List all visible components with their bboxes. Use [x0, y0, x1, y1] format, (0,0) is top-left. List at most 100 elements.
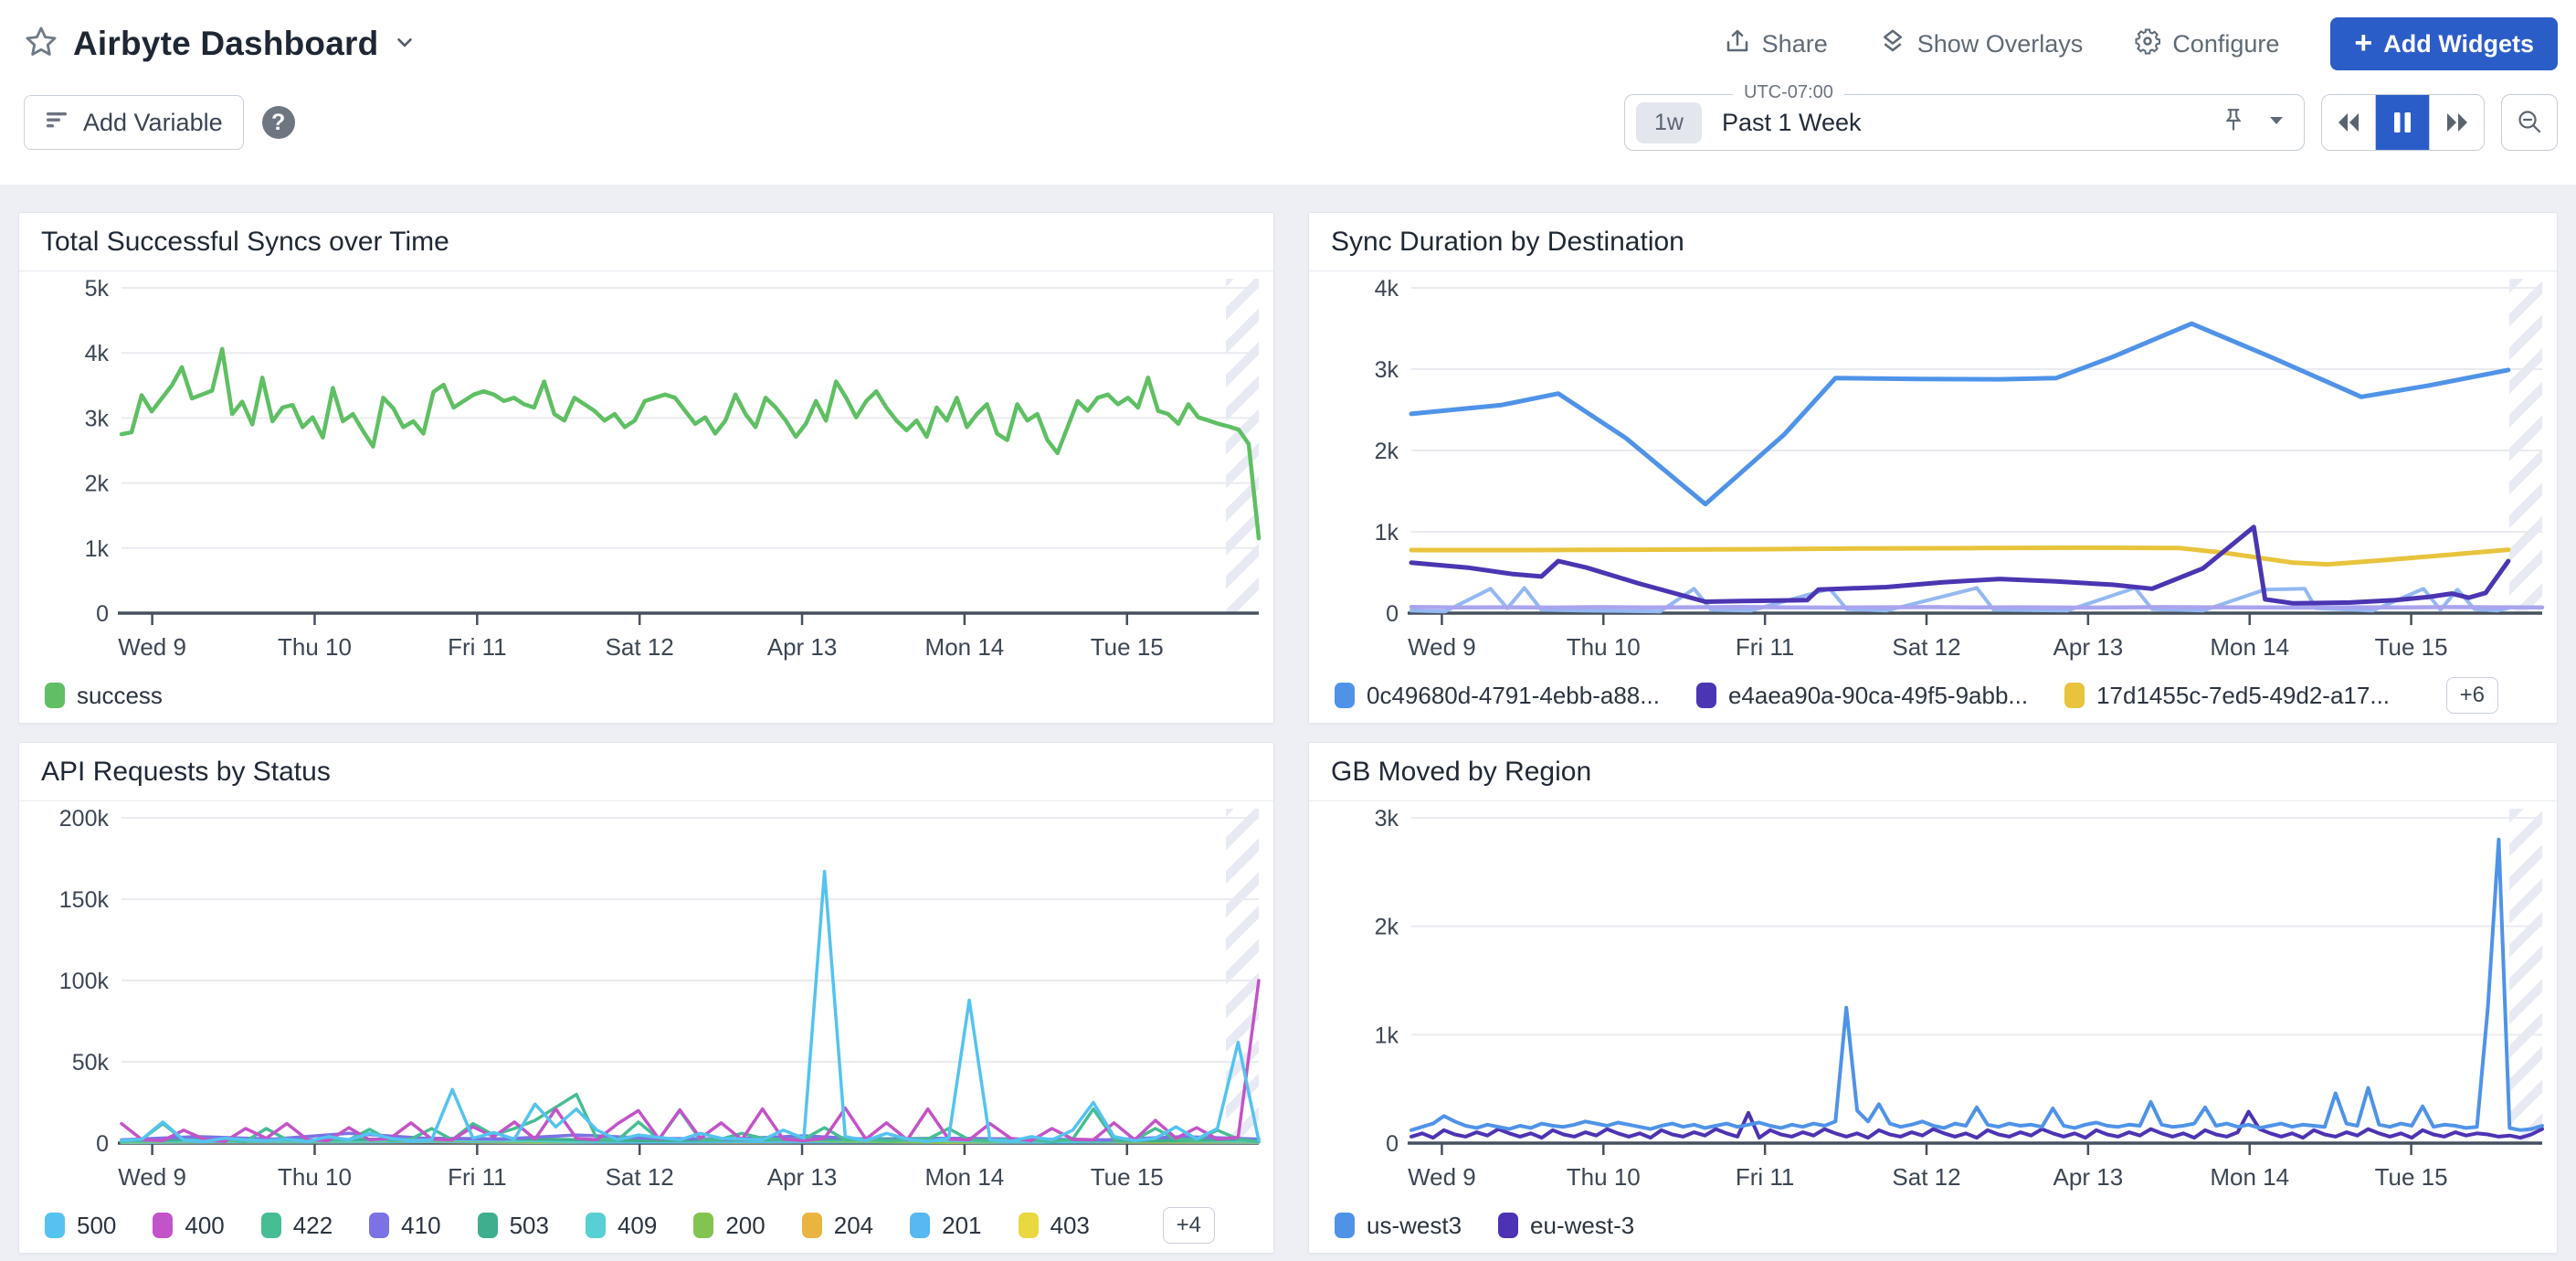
- widget-title: GB Moved by Region: [1331, 757, 1591, 788]
- svg-text:Thu 10: Thu 10: [278, 633, 352, 661]
- api-requests-legend: 500 400 422 410 503 409 200 204 201 403 +4: [19, 1207, 1273, 1253]
- variables-group: Add Variable ?: [24, 95, 295, 150]
- help-icon[interactable]: ?: [262, 106, 295, 139]
- legend-item[interactable]: eu-west-3: [1498, 1212, 1634, 1240]
- add-variable-button[interactable]: Add Variable: [24, 95, 244, 150]
- timezone-label: UTC-07:00: [1733, 82, 1844, 103]
- widget-header[interactable]: Sync Duration by Destination: [1309, 213, 2557, 271]
- legend-item[interactable]: 500: [45, 1212, 116, 1240]
- legend-label: us-west3: [1367, 1212, 1462, 1240]
- legend-item[interactable]: 201: [910, 1212, 981, 1240]
- legend-label: 17d1455c-7ed5-49d2-a17...: [2096, 682, 2390, 710]
- zoom-out-button[interactable]: [2501, 94, 2558, 151]
- svg-text:Fri 11: Fri 11: [448, 1163, 507, 1191]
- svg-text:Wed 9: Wed 9: [118, 633, 186, 661]
- legend-color-chip: [1696, 683, 1716, 708]
- legend-item[interactable]: 400: [153, 1212, 224, 1240]
- svg-text:Mon 14: Mon 14: [2210, 633, 2289, 661]
- caret-down-icon[interactable]: [2267, 113, 2286, 132]
- legend-item[interactable]: e4aea90a-90ca-49f5-9abb...: [1696, 682, 2028, 710]
- svg-text:Fri 11: Fri 11: [1736, 1163, 1795, 1191]
- svg-text:Apr 13: Apr 13: [2053, 633, 2124, 661]
- legend-item[interactable]: 0c49680d-4791-4ebb-a88...: [1335, 682, 1660, 710]
- configure-button[interactable]: Configure: [2134, 27, 2279, 61]
- svg-text:150k: 150k: [59, 887, 110, 913]
- legend-label: 503: [510, 1212, 549, 1240]
- legend-label: 500: [77, 1212, 116, 1240]
- legend-color-chip: [910, 1213, 930, 1238]
- series-us-west3[interactable]: [1411, 840, 2542, 1130]
- series-0c49680d-4791-4ebb-a88...[interactable]: [1411, 323, 2508, 504]
- legend-overflow-badge[interactable]: +4: [1163, 1207, 1215, 1244]
- svg-text:Mon 14: Mon 14: [925, 633, 1005, 661]
- pin-icon[interactable]: [2222, 107, 2245, 139]
- legend-color-chip: [693, 1213, 713, 1238]
- svg-text:Wed 9: Wed 9: [1408, 1163, 1476, 1191]
- gb-moved-chart[interactable]: 01k2k3kWed 9Thu 10Fri 11Sat 12Apr 13Mon …: [1309, 801, 2557, 1207]
- sync-duration-chart[interactable]: 01k2k3k4kWed 9Thu 10Fri 11Sat 12Apr 13Mo…: [1309, 271, 2557, 677]
- time-range-label: Past 1 Week: [1722, 109, 1862, 137]
- legend-overflow-badge[interactable]: +6: [2446, 677, 2498, 714]
- series-500[interactable]: [121, 872, 1259, 1141]
- configure-label: Configure: [2172, 30, 2279, 58]
- legend-color-chip: [478, 1213, 498, 1238]
- legend-label: eu-west-3: [1530, 1212, 1634, 1240]
- add-widgets-button[interactable]: + Add Widgets: [2330, 17, 2558, 70]
- pause-button[interactable]: [2376, 95, 2430, 150]
- svg-text:Tue 15: Tue 15: [2375, 633, 2448, 661]
- legend-label: 201: [942, 1212, 981, 1240]
- svg-text:3k: 3k: [1375, 357, 1399, 383]
- legend-item[interactable]: 200: [693, 1212, 765, 1240]
- series-other-destination-b[interactable]: [1411, 607, 2542, 608]
- star-icon[interactable]: [24, 25, 58, 64]
- sync-duration-legend: 0c49680d-4791-4ebb-a88... e4aea90a-90ca-4…: [1309, 677, 2557, 723]
- legend-label: 400: [185, 1212, 224, 1240]
- legend-item[interactable]: 503: [478, 1212, 549, 1240]
- widget-title: API Requests by Status: [41, 757, 331, 788]
- legend-label: 0c49680d-4791-4ebb-a88...: [1367, 682, 1660, 710]
- widget-header[interactable]: GB Moved by Region: [1309, 743, 2557, 801]
- page-title: Airbyte Dashboard: [73, 25, 378, 63]
- gear-icon: [2134, 27, 2161, 61]
- api-requests-chart[interactable]: 050k100k150k200kWed 9Thu 10Fri 11Sat 12A…: [19, 801, 1273, 1207]
- svg-text:4k: 4k: [85, 341, 110, 366]
- chevron-down-icon[interactable]: [393, 30, 417, 58]
- backward-button[interactable]: [2322, 95, 2376, 150]
- syncs-over-time-chart[interactable]: 01k2k3k4k5kWed 9Thu 10Fri 11Sat 12Apr 13…: [19, 271, 1273, 677]
- time-range-picker[interactable]: UTC-07:00 1w Past 1 Week: [1624, 94, 2305, 151]
- svg-text:0: 0: [96, 601, 109, 627]
- series-422[interactable]: [121, 1095, 1259, 1142]
- controls-row: Add Variable ? UTC-07:00 1w Past 1 Week: [0, 79, 2576, 166]
- svg-text:Apr 13: Apr 13: [767, 1163, 838, 1191]
- legend-label: 422: [293, 1212, 333, 1240]
- widget-sync-duration: Sync Duration by Destination 01k2k3k4kWe…: [1308, 212, 2558, 724]
- show-overlays-button[interactable]: Show Overlays: [1879, 27, 2084, 61]
- legend-item[interactable]: 204: [802, 1212, 873, 1240]
- legend-item[interactable]: 17d1455c-7ed5-49d2-a17...: [2064, 682, 2390, 710]
- legend-label: success: [77, 682, 163, 710]
- legend-color-chip: [802, 1213, 822, 1238]
- svg-text:0: 0: [1386, 1131, 1399, 1157]
- share-button[interactable]: Share: [1724, 27, 1828, 61]
- legend-color-chip: [2064, 683, 2085, 708]
- legend-color-chip: [1335, 1213, 1355, 1238]
- legend-item[interactable]: 422: [261, 1212, 333, 1240]
- series-eu-west-3[interactable]: [1411, 1112, 2542, 1139]
- forward-button[interactable]: [2430, 95, 2484, 150]
- svg-text:Thu 10: Thu 10: [1567, 633, 1641, 661]
- widget-header[interactable]: Total Successful Syncs over Time: [19, 213, 1273, 271]
- svg-text:Apr 13: Apr 13: [2053, 1163, 2124, 1191]
- widget-total-successful-syncs: Total Successful Syncs over Time 01k2k3k…: [18, 212, 1274, 724]
- svg-text:1k: 1k: [85, 536, 110, 562]
- legend-item[interactable]: success: [45, 682, 163, 710]
- title-row: Airbyte Dashboard Share: [0, 0, 2576, 79]
- widget-header[interactable]: API Requests by Status: [19, 743, 1273, 801]
- legend-item[interactable]: 410: [369, 1212, 440, 1240]
- legend-item[interactable]: us-west3: [1335, 1212, 1462, 1240]
- widget-api-requests: API Requests by Status 050k100k150k200kW…: [18, 742, 1274, 1254]
- legend-item[interactable]: 409: [586, 1212, 657, 1240]
- series-success[interactable]: [121, 349, 1259, 538]
- legend-item[interactable]: 403: [1019, 1212, 1090, 1240]
- series-17d1455c-7ed5-49d2-a17...[interactable]: [1411, 547, 2508, 564]
- svg-text:Sat 12: Sat 12: [606, 633, 674, 661]
